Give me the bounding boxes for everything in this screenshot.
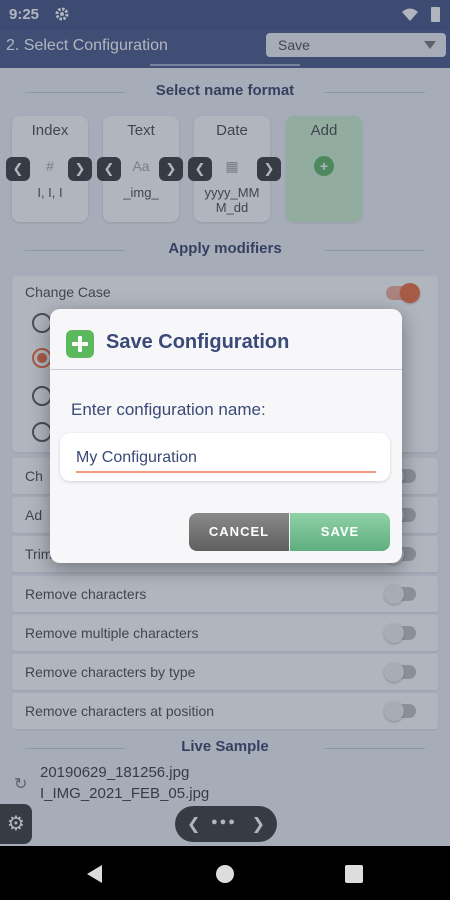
home-icon[interactable] — [216, 865, 234, 883]
dialog-divider — [50, 369, 402, 370]
configuration-name-field[interactable] — [60, 433, 390, 481]
recents-icon[interactable] — [345, 865, 363, 883]
system-nav-bar — [0, 846, 450, 900]
input-underline — [76, 471, 376, 473]
plus-icon — [66, 330, 94, 358]
cancel-button[interactable]: CANCEL — [189, 513, 289, 551]
back-icon[interactable] — [87, 865, 102, 883]
save-button[interactable]: SAVE — [290, 513, 390, 551]
configuration-name-input[interactable] — [76, 445, 376, 471]
dialog-prompt: Enter configuration name: — [71, 400, 266, 419]
dialog-title: Save Configuration — [106, 331, 290, 353]
save-configuration-dialog: Save Configuration Enter configuration n… — [50, 309, 402, 563]
